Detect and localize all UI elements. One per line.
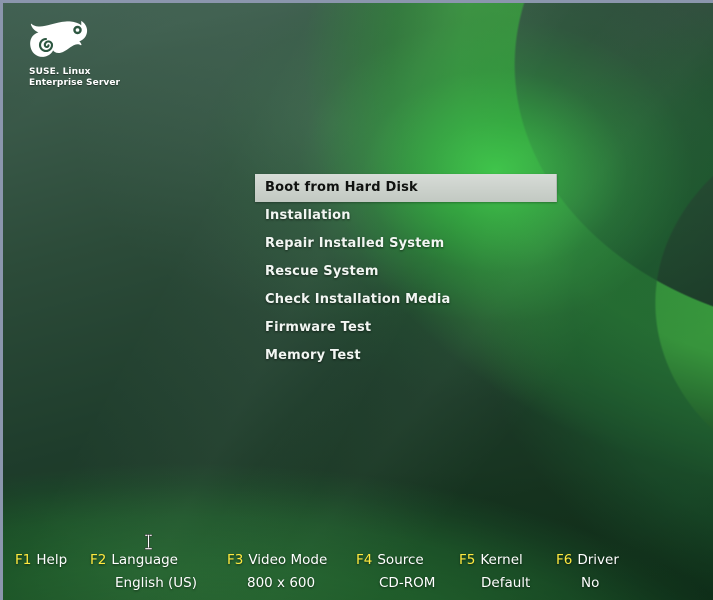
fkey-f3-value: 800 x 600 [247, 575, 316, 591]
suse-chameleon-logo [30, 20, 88, 57]
boot-menu-item-boot-from-hard-disk[interactable]: Boot from Hard Disk [255, 174, 557, 202]
fkey-f3-video-mode[interactable]: F3 Video Mode [227, 550, 327, 570]
boot-menu-item-check-installation-media[interactable]: Check Installation Media [255, 286, 557, 314]
boot-menu[interactable]: Boot from Hard Disk Installation Repair … [255, 174, 557, 370]
fkey-f2-label: Language [111, 552, 178, 568]
fkey-f6-key: F6 [556, 552, 573, 568]
fkey-f2-key: F2 [90, 552, 107, 568]
fkey-f6-value: No [581, 575, 600, 591]
boot-menu-item-firmware-test[interactable]: Firmware Test [255, 314, 557, 342]
fkey-f1-key: F1 [15, 552, 32, 568]
fkey-f1-help[interactable]: F1 Help [15, 550, 67, 570]
boot-screen: SUSE. Linux Enterprise Server Boot from … [0, 0, 713, 600]
fkey-f2-language[interactable]: F2 Language [90, 550, 178, 570]
fkey-f6-label: Driver [577, 552, 619, 568]
fkey-f4-source[interactable]: F4 Source [356, 550, 424, 570]
product-name-line1: SUSE. Linux [29, 67, 91, 77]
fkey-f4-label: Source [377, 552, 424, 568]
boot-menu-item-installation[interactable]: Installation [255, 202, 557, 230]
suse-branding: SUSE. Linux Enterprise Server [21, 17, 151, 89]
product-name-line2: Enterprise Server [29, 78, 121, 88]
function-value-row: English (US) 800 x 600 CD-ROM Default No [3, 573, 713, 595]
fkey-f3-key: F3 [227, 552, 244, 568]
boot-menu-item-rescue-system[interactable]: Rescue System [255, 258, 557, 286]
function-key-row: F1 Help F2 Language F3 Video Mode F4 Source … [3, 550, 713, 572]
boot-menu-item-memory-test[interactable]: Memory Test [255, 342, 557, 370]
fkey-f5-kernel[interactable]: F5 Kernel [459, 550, 523, 570]
fkey-f5-key: F5 [459, 552, 476, 568]
fkey-f3-label: Video Mode [248, 552, 328, 568]
boot-menu-item-repair-installed-system[interactable]: Repair Installed System [255, 230, 557, 258]
fkey-f4-key: F4 [356, 552, 373, 568]
fkey-f1-label: Help [36, 552, 68, 568]
fkey-f2-value: English (US) [115, 575, 198, 591]
function-key-bar: F1 Help F2 Language F3 Video Mode F4 Source … [3, 548, 713, 600]
product-name: SUSE. Linux Enterprise Server [29, 67, 151, 89]
fkey-f5-value: Default [481, 575, 531, 591]
fkey-f5-label: Kernel [480, 552, 523, 568]
fkey-f6-driver[interactable]: F6 Driver [556, 550, 619, 570]
fkey-f4-value: CD-ROM [379, 575, 436, 591]
